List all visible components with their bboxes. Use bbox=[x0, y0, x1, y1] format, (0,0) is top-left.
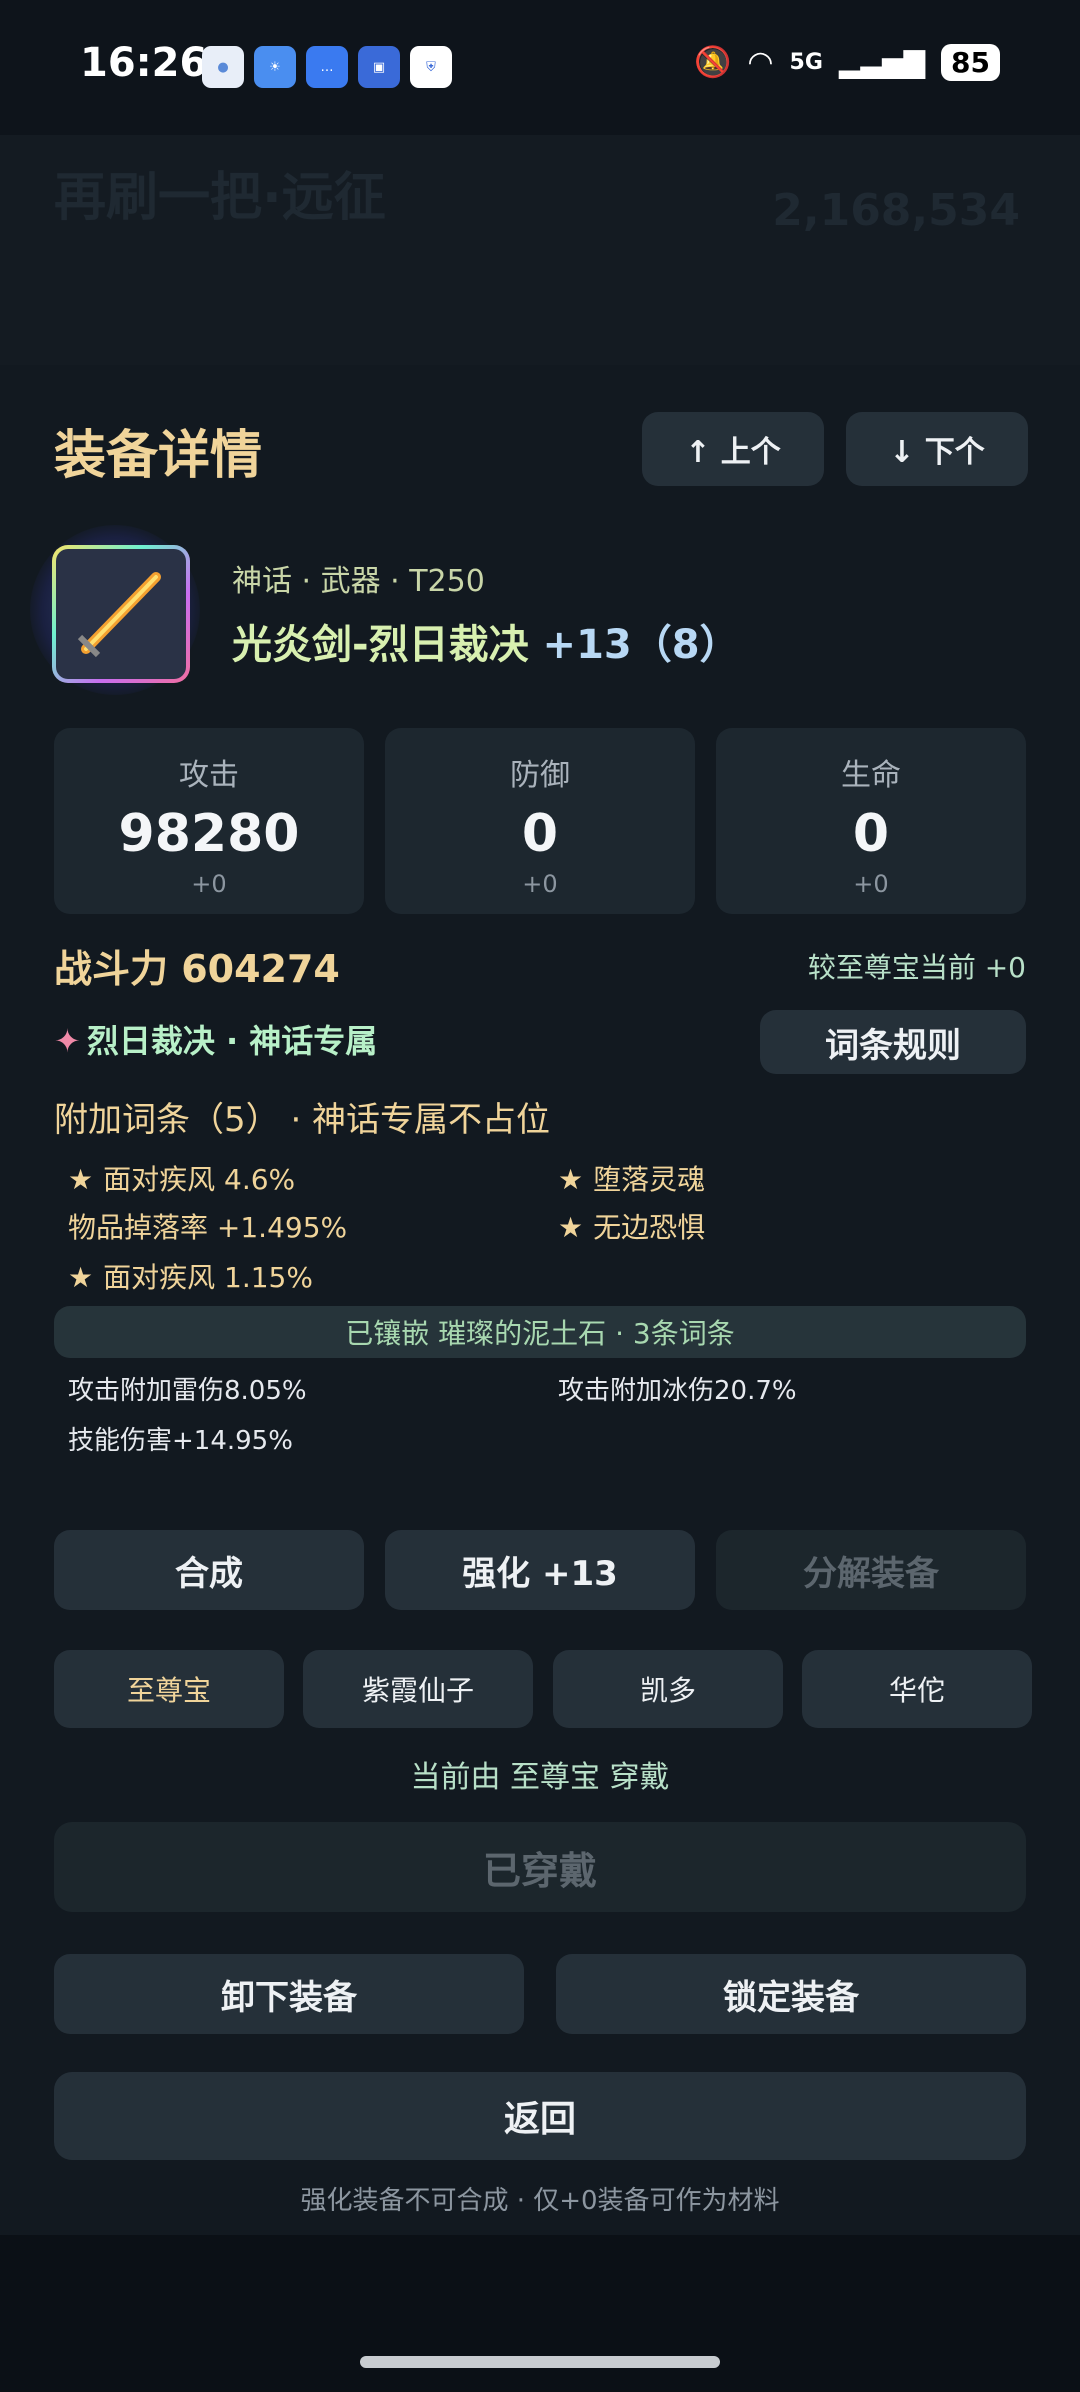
background-title: 再刷一把·远征 bbox=[54, 168, 386, 228]
combat-power: 战斗力 604274 bbox=[54, 947, 340, 991]
shield-icon: ⛨ bbox=[410, 46, 452, 88]
stat-card-health: 生命 0 +0 bbox=[716, 728, 1026, 914]
stat-label: 攻击 bbox=[179, 758, 239, 793]
affix-item: ★ 无边恐惧 bbox=[558, 1206, 705, 1246]
star-icon: ★ bbox=[558, 1211, 584, 1244]
star-icon: ★ bbox=[68, 1163, 94, 1196]
sparkle-icon: ✦ bbox=[54, 1022, 81, 1060]
socket-affix: 攻击附加冰伤20.7% bbox=[558, 1376, 797, 1406]
sword-icon[interactable] bbox=[52, 545, 190, 683]
enhance-button[interactable]: 强化 +13 bbox=[385, 1530, 695, 1610]
item-name-row: 光炎剑-烈日裁决 +13（8） bbox=[232, 612, 740, 670]
message-icon: … bbox=[306, 46, 348, 88]
background-number: 2,168,534 bbox=[772, 185, 1020, 236]
power-comparison: 较至尊宝当前 +0 bbox=[807, 951, 1026, 984]
affix-text: 面对疾风 1.15% bbox=[103, 1261, 313, 1294]
affix-rules-button[interactable]: 词条规则 bbox=[760, 1010, 1026, 1074]
page-title: 装备详情 bbox=[54, 426, 263, 486]
network-type: 5G bbox=[789, 50, 823, 75]
status-bar: 16:26 ● ☀ … ▣ ⛨ 🔕 ◠ 5G ▂▃▅▇ 85 bbox=[0, 0, 1080, 135]
stat-delta: +0 bbox=[522, 870, 558, 898]
stat-label: 生命 bbox=[841, 758, 901, 793]
affix-item: ★ 面对疾风 4.6% bbox=[68, 1158, 295, 1198]
item-name: 光炎剑-烈日裁决 bbox=[232, 622, 529, 668]
wifi-icon: ◠ bbox=[747, 45, 774, 80]
stat-label: 防御 bbox=[510, 758, 570, 793]
wearer-button[interactable]: 至尊宝 bbox=[54, 1650, 284, 1728]
stat-delta: +0 bbox=[191, 870, 227, 898]
unequip-button[interactable]: 卸下装备 bbox=[54, 1954, 524, 2034]
wearer-button[interactable]: 华佗 bbox=[802, 1650, 1032, 1728]
mute-icon: 🔕 bbox=[693, 45, 732, 80]
exclusive-affix: ✦ 烈日裁决 · 神话专属 bbox=[54, 1016, 377, 1062]
worn-by-status: 当前由 至尊宝 穿戴 bbox=[410, 1760, 670, 1795]
star-icon: ★ bbox=[558, 1163, 584, 1196]
wearer-button[interactable]: 紫霞仙子 bbox=[303, 1650, 533, 1728]
clock: 16:26 bbox=[80, 40, 208, 86]
wearer-button[interactable]: 凯多 bbox=[553, 1650, 783, 1728]
exclusive-affix-text: 烈日裁决 · 神话专属 bbox=[86, 1022, 378, 1060]
back-button[interactable]: 返回 bbox=[54, 2072, 1026, 2160]
item-meta: 神话 · 武器 · T250 bbox=[232, 564, 485, 599]
affix-section-title: 附加词条（5） · 神话专属不占位 bbox=[54, 1100, 551, 1140]
weather-icon: ☀ bbox=[254, 46, 296, 88]
battery-level: 85 bbox=[941, 44, 1000, 81]
affix-item: ★ 面对疾风 1.15% bbox=[68, 1256, 313, 1296]
affix-text: 堕落灵魂 bbox=[593, 1163, 706, 1196]
prev-item-button[interactable]: ↑ 上个 bbox=[642, 412, 824, 486]
signal-icon: ▂▃▅▇ bbox=[838, 46, 926, 79]
chat-app-icon: ● bbox=[202, 46, 244, 88]
star-icon: ★ bbox=[68, 1261, 94, 1294]
socket-affix: 攻击附加雷伤8.05% bbox=[68, 1376, 307, 1406]
lock-button[interactable]: 锁定装备 bbox=[556, 1954, 1026, 2034]
notification-icons: ● ☀ … ▣ ⛨ bbox=[202, 46, 452, 88]
affix-item: 物品掉落率 +1.495% bbox=[68, 1206, 347, 1246]
stat-card-defense: 防御 0 +0 bbox=[385, 728, 695, 914]
affix-text: 面对疾风 4.6% bbox=[103, 1163, 296, 1196]
affix-text: 无边恐惧 bbox=[593, 1211, 706, 1244]
stat-value: 0 bbox=[852, 804, 890, 864]
dismantle-button[interactable]: 分解装备 bbox=[716, 1530, 1026, 1610]
socket-status: 已镶嵌 璀璨的泥土石 · 3条词条 bbox=[54, 1306, 1026, 1358]
home-indicator[interactable] bbox=[360, 2356, 720, 2368]
stat-value: 98280 bbox=[118, 804, 300, 864]
stat-card-attack: 攻击 98280 +0 bbox=[54, 728, 364, 914]
system-icons: 🔕 ◠ 5G ▂▃▅▇ 85 bbox=[694, 44, 1000, 81]
next-item-button[interactable]: ↓ 下个 bbox=[846, 412, 1028, 486]
stat-value: 0 bbox=[521, 804, 559, 864]
affix-item: ★ 堕落灵魂 bbox=[558, 1158, 705, 1198]
stat-delta: +0 bbox=[853, 870, 889, 898]
affix-text: 物品掉落率 +1.495% bbox=[68, 1211, 348, 1244]
equipped-button[interactable]: 已穿戴 bbox=[54, 1822, 1026, 1912]
item-enhance-level: +13（8） bbox=[542, 622, 740, 668]
socket-affix: 技能伤害+14.95% bbox=[68, 1426, 293, 1456]
footer-note: 强化装备不可合成 · 仅+0装备可作为材料 bbox=[300, 2186, 780, 2216]
synthesize-button[interactable]: 合成 bbox=[54, 1530, 364, 1610]
service-app-icon: ▣ bbox=[358, 46, 400, 88]
